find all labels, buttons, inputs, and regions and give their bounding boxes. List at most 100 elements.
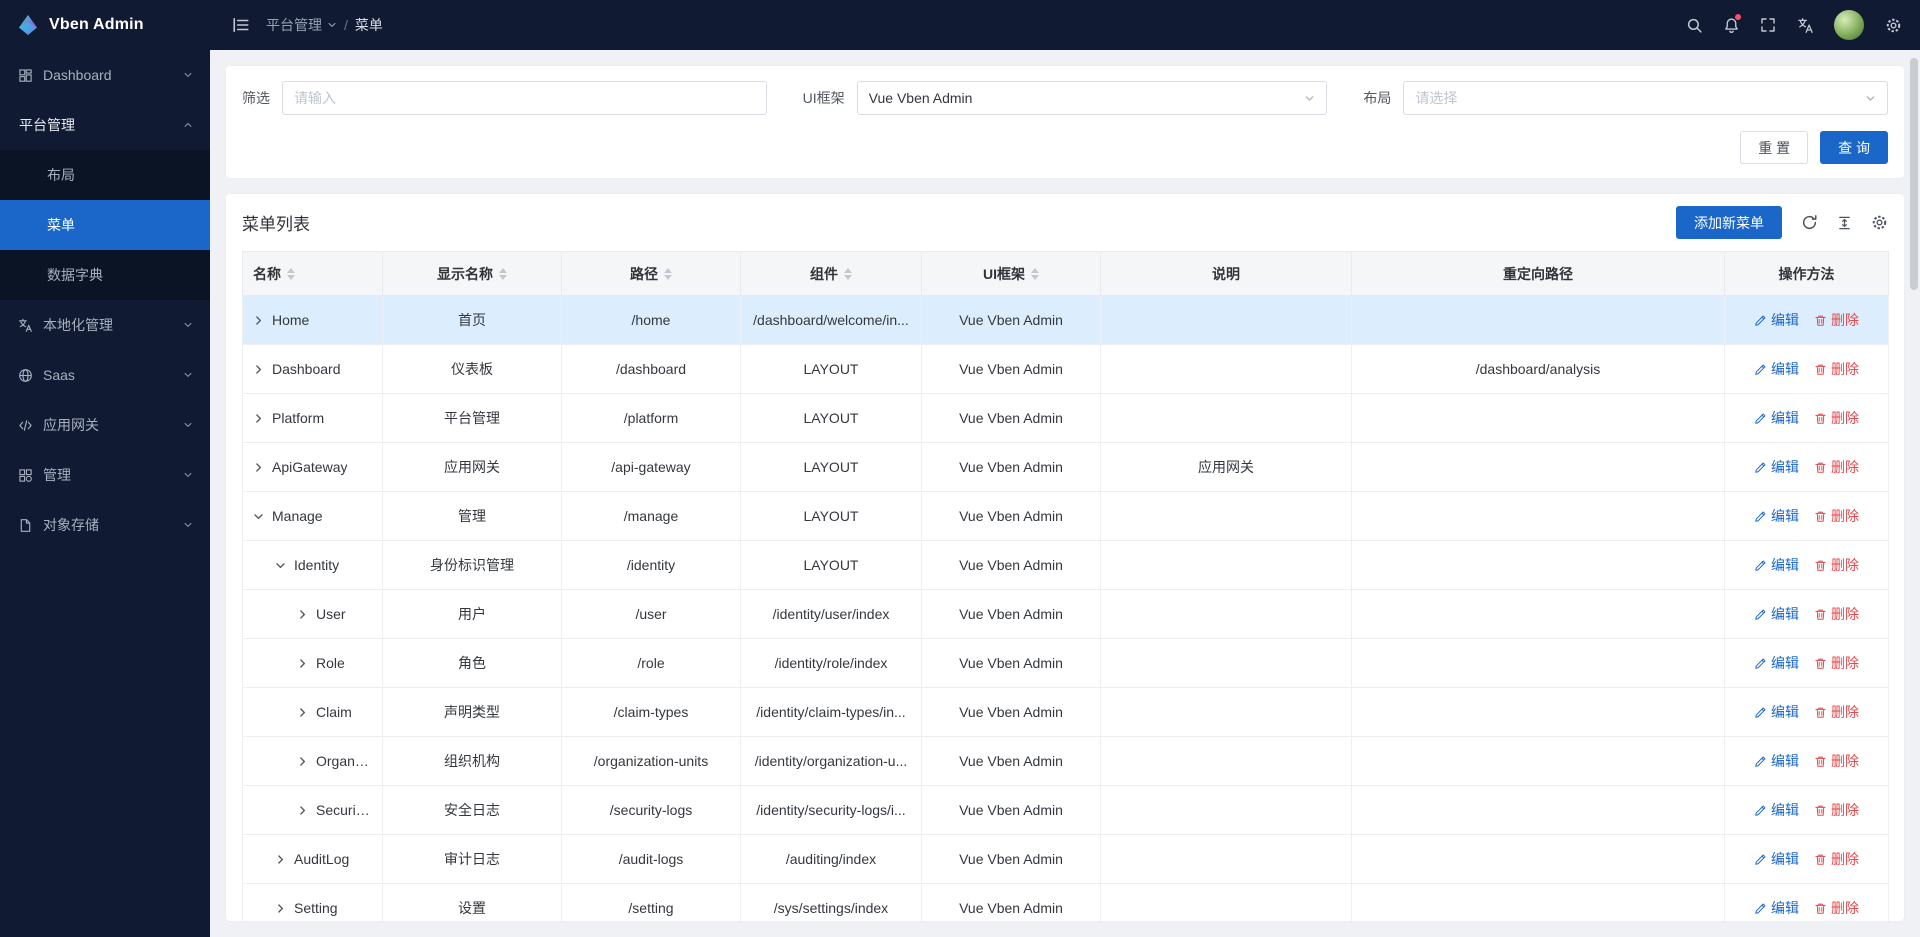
cell-path: /platform bbox=[562, 394, 741, 443]
sidebar-item-saas[interactable]: Saas bbox=[0, 350, 210, 400]
sidebar-item-dashboard[interactable]: Dashboard bbox=[0, 50, 210, 100]
edit-button[interactable]: 编辑 bbox=[1754, 849, 1799, 869]
layout-select[interactable]: 请选择 bbox=[1403, 81, 1888, 115]
table-row-platform[interactable]: Platform平台管理/platformLAYOUTVue Vben Admi… bbox=[243, 394, 1889, 443]
table-row-auditlog[interactable]: AuditLog审计日志/audit-logs/auditing/indexVu… bbox=[243, 835, 1889, 884]
avatar[interactable] bbox=[1834, 10, 1864, 40]
sidebar-item-localization[interactable]: 本地化管理 bbox=[0, 300, 210, 350]
table-row-security[interactable]: Security...安全日志/security-logs/identity/s… bbox=[243, 786, 1889, 835]
table-row-dashboard[interactable]: Dashboard仪表板/dashboardLAYOUTVue Vben Adm… bbox=[243, 345, 1889, 394]
sidebar-subitem-menu[interactable]: 菜单 bbox=[0, 200, 210, 250]
edit-button[interactable]: 编辑 bbox=[1754, 653, 1799, 673]
collapse-sidebar-button[interactable] bbox=[224, 8, 258, 42]
delete-button[interactable]: 删除 bbox=[1814, 506, 1859, 526]
edit-button[interactable]: 编辑 bbox=[1754, 751, 1799, 771]
delete-button[interactable]: 删除 bbox=[1814, 359, 1859, 379]
sidebar-item-platform[interactable]: 平台管理 bbox=[0, 100, 210, 150]
search-button[interactable] bbox=[1677, 8, 1711, 42]
table-row-identity[interactable]: Identity身份标识管理/identityLAYOUTVue Vben Ad… bbox=[243, 541, 1889, 590]
column-header-name[interactable]: 名称 bbox=[243, 252, 383, 296]
breadcrumb-parent[interactable]: 平台管理 bbox=[266, 15, 337, 35]
language-button[interactable] bbox=[1788, 8, 1822, 42]
menu-name: Home bbox=[272, 312, 309, 328]
delete-button[interactable]: 删除 bbox=[1814, 849, 1859, 869]
edit-button[interactable]: 编辑 bbox=[1754, 702, 1799, 722]
search-button[interactable]: 查 询 bbox=[1820, 131, 1888, 164]
delete-button[interactable]: 删除 bbox=[1814, 751, 1859, 771]
delete-button[interactable]: 删除 bbox=[1814, 702, 1859, 722]
row-expand-icon[interactable] bbox=[297, 756, 308, 767]
table-row-home[interactable]: Home首页/home/dashboard/welcome/in...Vue V… bbox=[243, 296, 1889, 345]
notification-button[interactable] bbox=[1714, 8, 1748, 42]
edit-button[interactable]: 编辑 bbox=[1754, 506, 1799, 526]
sidebar-item-label: 数据字典 bbox=[47, 265, 193, 285]
delete-button[interactable]: 删除 bbox=[1814, 898, 1859, 918]
edit-button[interactable]: 编辑 bbox=[1754, 800, 1799, 820]
row-expand-icon[interactable] bbox=[275, 854, 286, 865]
table-row-claim[interactable]: Claim声明类型/claim-types/identity/claim-typ… bbox=[243, 688, 1889, 737]
edit-button[interactable]: 编辑 bbox=[1754, 408, 1799, 428]
row-expand-icon[interactable] bbox=[253, 462, 264, 473]
sidebar-subitem-dictionary[interactable]: 数据字典 bbox=[0, 250, 210, 300]
row-expand-icon[interactable] bbox=[275, 903, 286, 914]
scrollbar[interactable] bbox=[1910, 58, 1918, 290]
reset-button[interactable]: 重 置 bbox=[1740, 131, 1808, 164]
delete-button[interactable]: 删除 bbox=[1814, 310, 1859, 330]
cell-name: ApiGateway bbox=[243, 443, 383, 492]
cell-component: /identity/role/index bbox=[741, 639, 922, 688]
delete-button[interactable]: 删除 bbox=[1814, 555, 1859, 575]
table-row-manage[interactable]: Manage管理/manageLAYOUTVue Vben Admin编辑删除 bbox=[243, 492, 1889, 541]
table-row-organiz[interactable]: Organiz...组织机构/organization-units/identi… bbox=[243, 737, 1889, 786]
table-row-apigateway[interactable]: ApiGateway应用网关/api-gatewayLAYOUTVue Vben… bbox=[243, 443, 1889, 492]
menu-name: User bbox=[316, 606, 346, 622]
edit-button[interactable]: 编辑 bbox=[1754, 457, 1799, 477]
sort-carets-icon[interactable] bbox=[499, 268, 507, 280]
edit-button[interactable]: 编辑 bbox=[1754, 604, 1799, 624]
row-expand-icon[interactable] bbox=[253, 511, 264, 522]
sidebar-item-gateway[interactable]: 应用网关 bbox=[0, 400, 210, 450]
framework-select[interactable]: Vue Vben Admin bbox=[857, 81, 1328, 115]
logo-title: Vben Admin bbox=[49, 16, 144, 34]
sidebar-subitem-layout[interactable]: 布局 bbox=[0, 150, 210, 200]
table-row-setting[interactable]: Setting设置/setting/sys/settings/indexVue … bbox=[243, 884, 1889, 922]
delete-button[interactable]: 删除 bbox=[1814, 457, 1859, 477]
column-header-framework[interactable]: UI框架 bbox=[922, 252, 1101, 296]
sort-carets-icon[interactable] bbox=[287, 268, 295, 280]
row-expand-icon[interactable] bbox=[275, 560, 286, 571]
table-settings-gear-icon[interactable] bbox=[1871, 214, 1888, 231]
row-height-icon[interactable] bbox=[1837, 215, 1852, 231]
cell-component: /sys/settings/index bbox=[741, 884, 922, 922]
sidebar-item-manage[interactable]: 管理 bbox=[0, 450, 210, 500]
delete-button[interactable]: 删除 bbox=[1814, 604, 1859, 624]
edit-button[interactable]: 编辑 bbox=[1754, 555, 1799, 575]
row-expand-icon[interactable] bbox=[297, 609, 308, 620]
delete-button[interactable]: 删除 bbox=[1814, 408, 1859, 428]
sort-carets-icon[interactable] bbox=[1031, 268, 1039, 280]
column-header-component[interactable]: 组件 bbox=[741, 252, 922, 296]
settings-button[interactable] bbox=[1876, 8, 1910, 42]
row-expand-icon[interactable] bbox=[253, 413, 264, 424]
row-expand-icon[interactable] bbox=[297, 707, 308, 718]
framework-select-value: Vue Vben Admin bbox=[869, 90, 973, 106]
edit-button[interactable]: 编辑 bbox=[1754, 310, 1799, 330]
refresh-icon[interactable] bbox=[1801, 214, 1818, 231]
column-header-path[interactable]: 路径 bbox=[562, 252, 741, 296]
row-expand-icon[interactable] bbox=[297, 658, 308, 669]
logo[interactable]: Vben Admin bbox=[0, 0, 210, 50]
add-menu-button[interactable]: 添加新菜单 bbox=[1676, 206, 1782, 239]
sort-carets-icon[interactable] bbox=[664, 268, 672, 280]
column-header-display_name[interactable]: 显示名称 bbox=[383, 252, 562, 296]
row-expand-icon[interactable] bbox=[253, 315, 264, 326]
delete-button[interactable]: 删除 bbox=[1814, 800, 1859, 820]
table-row-user[interactable]: User用户/user/identity/user/indexVue Vben … bbox=[243, 590, 1889, 639]
row-expand-icon[interactable] bbox=[253, 364, 264, 375]
edit-button[interactable]: 编辑 bbox=[1754, 359, 1799, 379]
delete-button[interactable]: 删除 bbox=[1814, 653, 1859, 673]
filter-keyword-input[interactable] bbox=[282, 81, 767, 115]
fullscreen-button[interactable] bbox=[1751, 8, 1785, 42]
row-expand-icon[interactable] bbox=[297, 805, 308, 816]
edit-button[interactable]: 编辑 bbox=[1754, 898, 1799, 918]
sort-carets-icon[interactable] bbox=[844, 268, 852, 280]
table-row-role[interactable]: Role角色/role/identity/role/indexVue Vben … bbox=[243, 639, 1889, 688]
sidebar-item-storage[interactable]: 对象存储 bbox=[0, 500, 210, 550]
